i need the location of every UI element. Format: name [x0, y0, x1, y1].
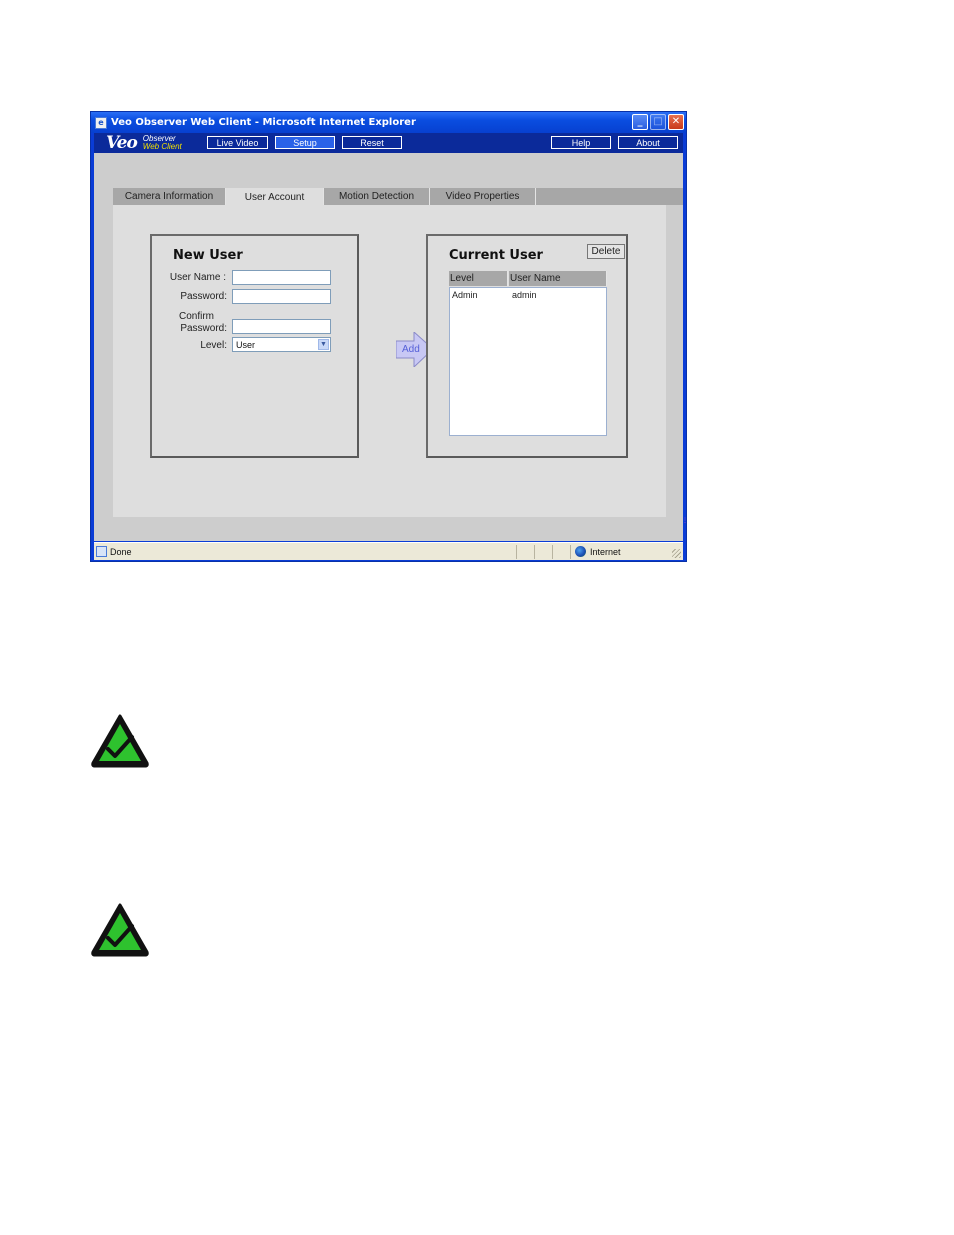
level-label: Level:: [200, 340, 227, 351]
new-user-title: New User: [173, 248, 243, 263]
live-video-button[interactable]: Live Video: [207, 136, 268, 149]
status-divider: [552, 545, 553, 559]
list-item-username: admin: [512, 290, 537, 300]
column-header-username[interactable]: User Name: [509, 271, 607, 286]
internet-globe-icon: [575, 546, 586, 557]
about-button[interactable]: About: [618, 136, 678, 149]
user-list[interactable]: Admin admin: [449, 287, 607, 436]
ie-icon: e: [95, 116, 107, 129]
tab-camera-information[interactable]: Camera Information: [113, 188, 226, 205]
username-label: User Name :: [169, 272, 226, 283]
password-label: Password:: [180, 291, 227, 302]
confirm-label-line1: Confirm: [179, 311, 215, 322]
browser-window: e Veo Observer Web Client - Microsoft In…: [90, 111, 688, 562]
status-divider: [570, 545, 571, 559]
tab-user-account[interactable]: User Account: [226, 188, 324, 206]
level-select[interactable]: User ▼: [232, 337, 331, 352]
checkmark-note-icon: [91, 714, 149, 768]
chevron-down-icon[interactable]: ▼: [318, 339, 329, 350]
security-zone-text: Internet: [590, 547, 621, 557]
username-input[interactable]: [232, 270, 331, 285]
status-bar: Done Internet: [94, 542, 683, 560]
status-divider: [534, 545, 535, 559]
scroll-marker-icon: ⋮: [682, 518, 688, 524]
status-text: Done: [110, 547, 132, 557]
add-button-label: Add: [402, 344, 420, 355]
confirm-password-input[interactable]: [232, 319, 331, 334]
password-input[interactable]: [232, 289, 331, 304]
status-divider: [516, 545, 517, 559]
setup-button[interactable]: Setup: [275, 136, 335, 149]
column-header-level[interactable]: Level: [449, 271, 508, 286]
tab-video-properties[interactable]: Video Properties: [430, 188, 536, 205]
logo-line-2: Web Client: [142, 142, 182, 151]
reset-button[interactable]: Reset: [342, 136, 402, 149]
confirm-password-label: Password:: [180, 323, 227, 334]
title-bar: e Veo Observer Web Client - Microsoft In…: [91, 112, 686, 133]
logo-subtitle: Observer Web Client: [143, 135, 182, 151]
veo-logo: Veo: [106, 133, 138, 153]
content-area: Camera Information User Account Motion D…: [94, 153, 688, 541]
resize-grip[interactable]: [672, 549, 681, 558]
close-button[interactable]: ✕: [668, 114, 684, 130]
user-account-panel: New User User Name : Password: Confirm P…: [113, 205, 666, 517]
app-header: Veo Observer Web Client Live Video Setup…: [94, 133, 683, 153]
maximize-button[interactable]: □: [650, 114, 666, 130]
tab-motion-detection[interactable]: Motion Detection: [324, 188, 430, 205]
checkmark-note-icon: [91, 903, 149, 957]
page-icon: [96, 546, 107, 557]
window-title: Veo Observer Web Client - Microsoft Inte…: [111, 117, 416, 128]
current-user-title: Current User: [449, 248, 543, 263]
help-button[interactable]: Help: [551, 136, 611, 149]
delete-button[interactable]: Delete: [587, 244, 625, 259]
list-item-level: Admin: [452, 290, 478, 300]
level-select-value: User: [236, 339, 256, 350]
window-controls: _ □ ✕: [632, 114, 684, 130]
minimize-button[interactable]: _: [632, 114, 648, 130]
tab-strip: Camera Information User Account Motion D…: [113, 188, 683, 206]
